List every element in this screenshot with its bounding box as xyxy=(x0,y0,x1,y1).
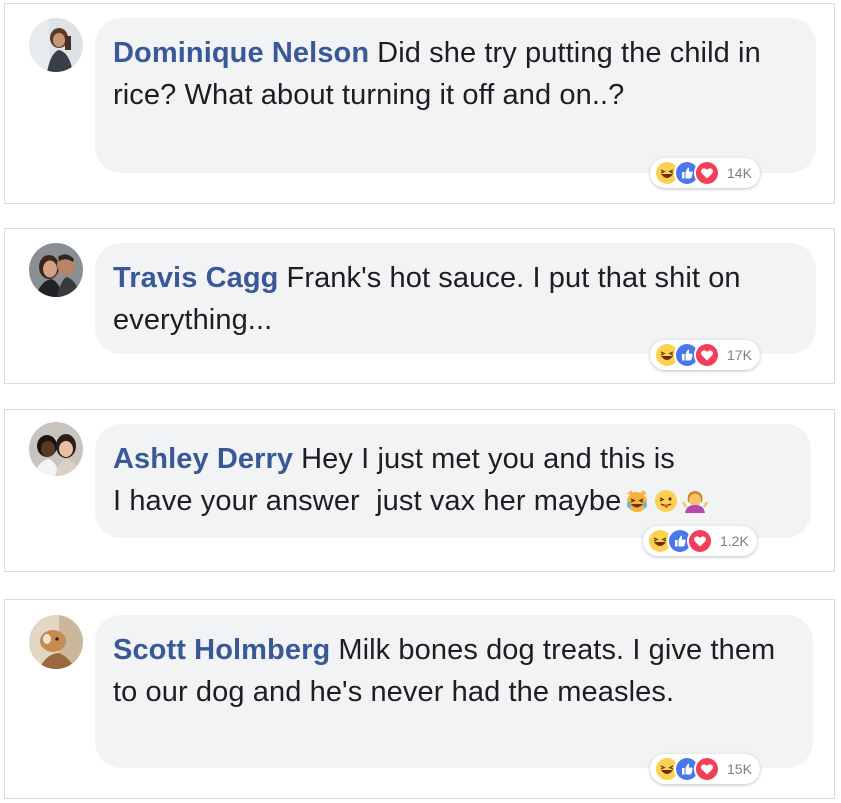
comment-card: Ashley Derry Hey I just met you and this … xyxy=(4,409,835,572)
comment-author[interactable]: Travis Cagg xyxy=(113,262,279,294)
comment-bubble: Scott Holmberg Milk bones dog treats. I g… xyxy=(95,615,813,768)
reaction-count: 14K xyxy=(727,165,752,181)
tongue-face-emoji xyxy=(653,488,679,514)
comment-card: Scott Holmberg Milk bones dog treats. I g… xyxy=(4,599,835,799)
love-icon xyxy=(687,528,713,554)
reaction-count: 15K xyxy=(727,761,752,777)
reaction-count: 17K xyxy=(727,347,752,363)
reaction-count: 1.2K xyxy=(720,533,749,549)
comment-text: Dominique Nelson Did she try putting the … xyxy=(113,32,798,116)
comment-bubble: Travis Cagg Frank's hot sauce. I put that… xyxy=(95,243,816,354)
crying-laughing-cat-emoji xyxy=(624,488,650,514)
comment-bubble: Ashley Derry Hey I just met you and this … xyxy=(95,424,811,538)
love-icon xyxy=(694,160,720,186)
comment-card: Travis Cagg Frank's hot sauce. I put that… xyxy=(4,228,835,384)
comment-body-line2: I have your answer just vax her maybe xyxy=(113,485,622,517)
love-icon xyxy=(694,756,720,782)
love-icon xyxy=(694,342,720,368)
comment-author[interactable]: Scott Holmberg xyxy=(113,634,330,666)
avatar[interactable] xyxy=(29,18,83,72)
avatar[interactable] xyxy=(29,422,83,476)
comment-text: Ashley Derry Hey I just met you and this … xyxy=(113,438,793,522)
comment-text: Travis Cagg Frank's hot sauce. I put that… xyxy=(113,257,798,341)
reactions-summary[interactable]: 17K xyxy=(650,340,760,370)
reactions-summary[interactable]: 15K xyxy=(650,754,760,784)
comment-bubble: Dominique Nelson Did she try putting the … xyxy=(95,18,816,173)
comment-author[interactable]: Ashley Derry xyxy=(113,443,293,475)
comment-body-line1: Hey I just met you and this is xyxy=(301,443,675,475)
avatar[interactable] xyxy=(29,615,83,669)
reactions-summary[interactable]: 14K xyxy=(650,158,760,188)
person-shrugging-emoji xyxy=(682,488,709,514)
comment-author[interactable]: Dominique Nelson xyxy=(113,37,369,69)
comment-card: Dominique Nelson Did she try putting the … xyxy=(4,3,835,204)
avatar[interactable] xyxy=(29,243,83,297)
reactions-summary[interactable]: 1.2K xyxy=(643,526,757,556)
comment-text: Scott Holmberg Milk bones dog treats. I g… xyxy=(113,629,795,713)
